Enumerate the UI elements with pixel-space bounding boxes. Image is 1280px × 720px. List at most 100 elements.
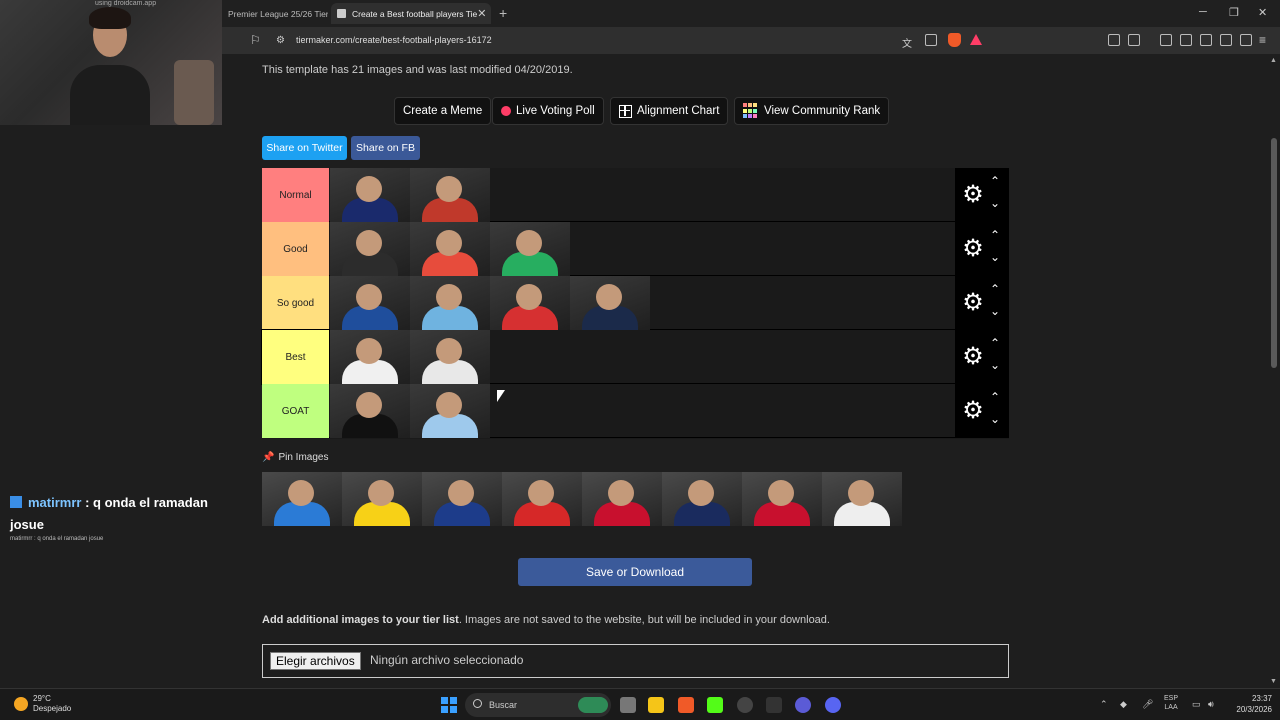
search-icon: [473, 699, 482, 708]
save-download-button[interactable]: Save or Download: [518, 558, 752, 586]
tier-items: [330, 276, 650, 330]
move-up-icon[interactable]: ⌃: [988, 174, 1002, 188]
pool-player-image[interactable]: [342, 472, 422, 526]
brave-rewards-icon[interactable]: [970, 34, 982, 45]
tier-label[interactable]: Good: [262, 222, 329, 276]
choose-files-button[interactable]: Elegir archivos: [270, 652, 361, 670]
move-up-icon[interactable]: ⌃: [988, 336, 1002, 350]
move-down-icon[interactable]: ⌄: [988, 304, 1002, 318]
share-icon[interactable]: [925, 34, 937, 46]
maximize-icon[interactable]: ❐: [1229, 6, 1239, 19]
app-icon-2[interactable]: [795, 697, 811, 713]
share-fb-button[interactable]: Share on FB: [351, 136, 420, 160]
pool-player-image[interactable]: [742, 472, 822, 526]
player-image[interactable]: [330, 222, 410, 276]
scroll-down-icon[interactable]: ▼: [1270, 678, 1277, 685]
menu-icon[interactable]: ≡: [1259, 33, 1266, 47]
tier-items: [330, 384, 490, 438]
player-image[interactable]: [570, 276, 650, 330]
tier-label[interactable]: So good: [262, 276, 329, 330]
tier-label[interactable]: Best: [261, 329, 330, 385]
tray-app-icon[interactable]: ◆: [1120, 699, 1127, 710]
pool-player-image[interactable]: [582, 472, 662, 526]
lang-layout: LAA: [1164, 704, 1178, 711]
volume-icon[interactable]: 🔊︎: [1208, 699, 1214, 710]
player-image[interactable]: [410, 384, 490, 438]
settings-app-icon[interactable]: [737, 697, 753, 713]
player-image[interactable]: [410, 222, 490, 276]
extensions-icon[interactable]: [1108, 34, 1120, 46]
site-info-icon[interactable]: ⚙: [276, 35, 285, 46]
pool-player-image[interactable]: [822, 472, 902, 526]
move-up-icon[interactable]: ⌃: [988, 390, 1002, 404]
clock[interactable]: 23:37 20/3/2026: [1236, 693, 1272, 715]
wallet-icon[interactable]: [1200, 34, 1212, 46]
tray-chevron-icon[interactable]: ⌃: [1100, 699, 1108, 710]
move-up-icon[interactable]: ⌃: [988, 282, 1002, 296]
tab-tiermaker[interactable]: Create a Best football players Tie ✕: [331, 3, 491, 24]
bookmark-icon[interactable]: ⚐: [250, 33, 261, 47]
player-image[interactable]: [330, 168, 410, 222]
move-up-icon[interactable]: ⌃: [988, 228, 1002, 242]
screenshot-icon[interactable]: [1128, 34, 1140, 46]
scroll-up-icon[interactable]: ▲: [1270, 57, 1277, 64]
weather-widget[interactable]: 29°C Despejado: [14, 694, 71, 714]
player-image[interactable]: [490, 222, 570, 276]
player-image[interactable]: [330, 330, 410, 384]
move-down-icon[interactable]: ⌄: [988, 250, 1002, 264]
pool-player-image[interactable]: [262, 472, 342, 526]
url-field[interactable]: tiermaker.com/create/best-football-playe…: [296, 35, 492, 45]
share-twitter-button[interactable]: Share on Twitter: [262, 136, 347, 160]
player-image[interactable]: [330, 276, 410, 330]
vpn-icon[interactable]: [1240, 34, 1252, 46]
brave-browser-icon[interactable]: [678, 697, 694, 713]
move-down-icon[interactable]: ⌄: [988, 358, 1002, 372]
new-tab-icon[interactable]: +: [499, 5, 507, 21]
task-view-icon[interactable]: [620, 697, 636, 713]
move-down-icon[interactable]: ⌄: [988, 196, 1002, 210]
translate-icon[interactable]: 文: [902, 35, 912, 50]
alignment-chart-button[interactable]: Alignment Chart: [610, 97, 729, 125]
settings-gear-icon[interactable]: ⚙: [961, 291, 985, 315]
pool-player-image[interactable]: [502, 472, 582, 526]
brave-shields-icon[interactable]: [948, 33, 961, 47]
leo-ai-icon[interactable]: [1220, 34, 1232, 46]
discord-icon[interactable]: [825, 697, 841, 713]
widgets-icon[interactable]: [578, 697, 608, 713]
share-fb-label: Share on FB: [356, 142, 415, 154]
kick-icon[interactable]: [707, 697, 723, 713]
tier-label[interactable]: Normal: [262, 168, 329, 222]
media-icon[interactable]: [1160, 34, 1172, 46]
microphone-icon[interactable]: 🎤︎: [1142, 699, 1153, 710]
move-down-icon[interactable]: ⌄: [988, 412, 1002, 426]
tab-premier-league[interactable]: Premier League 25/26 Tier L: [222, 3, 328, 24]
player-image[interactable]: [410, 168, 490, 222]
minimize-icon[interactable]: ─: [1199, 6, 1207, 18]
pin-images-toggle[interactable]: 📌 Pin Images: [262, 452, 328, 463]
settings-gear-icon[interactable]: ⚙: [961, 345, 985, 369]
settings-gear-icon[interactable]: ⚙: [961, 183, 985, 207]
scrollbar-thumb[interactable]: [1271, 138, 1277, 368]
close-window-icon[interactable]: ✕: [1258, 6, 1267, 19]
tier-label[interactable]: GOAT: [262, 384, 329, 438]
close-tab-icon[interactable]: ✕: [477, 7, 486, 20]
sidebar-icon[interactable]: [1180, 34, 1192, 46]
start-icon[interactable]: [441, 697, 457, 713]
player-image[interactable]: [490, 276, 570, 330]
settings-gear-icon[interactable]: ⚙: [961, 237, 985, 261]
pool-player-image[interactable]: [422, 472, 502, 526]
file-explorer-icon[interactable]: [648, 697, 664, 713]
streamer-image: [65, 5, 155, 125]
language-indicator[interactable]: ESP LAA: [1164, 694, 1178, 712]
player-image[interactable]: [330, 384, 410, 438]
pin-icon: 📌: [262, 452, 275, 463]
player-image[interactable]: [410, 276, 490, 330]
app-icon[interactable]: [766, 697, 782, 713]
player-image[interactable]: [410, 330, 490, 384]
network-icon[interactable]: ▭: [1192, 699, 1201, 710]
pool-player-image[interactable]: [662, 472, 742, 526]
create-meme-button[interactable]: Create a Meme: [394, 97, 492, 125]
view-community-rank-button[interactable]: View Community Rank: [734, 97, 890, 125]
live-voting-poll-button[interactable]: Live Voting Poll: [492, 97, 604, 125]
settings-gear-icon[interactable]: ⚙: [961, 399, 985, 423]
